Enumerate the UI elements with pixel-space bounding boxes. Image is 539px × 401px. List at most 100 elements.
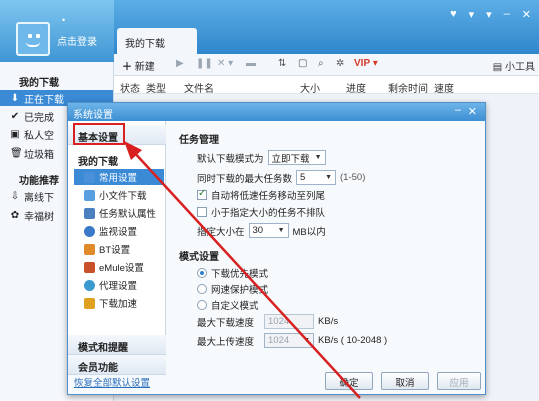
proxy-icon [84, 279, 95, 291]
nav-item-small-file[interactable]: 小文件下载 [74, 187, 164, 203]
settings-nav: 基本设置 我的下载 常用设置 小文件下载 任务默认属性 监视设置 BT设置 eM… [68, 121, 166, 375]
size-value: 30 [252, 225, 264, 236]
gear-icon[interactable]: ✲ [336, 58, 344, 69]
nav-item-monitor[interactable]: 监视设置 [74, 223, 164, 239]
search-icon[interactable]: ⌕ [318, 58, 324, 69]
folder-icon[interactable]: ▬ [246, 58, 256, 69]
sidebar-item-completed[interactable]: ✔ 已完成 [10, 109, 54, 124]
sidebar-item-label: 已完成 [24, 113, 54, 124]
tools-button[interactable]: ▤ 小工具 [493, 58, 535, 73]
size-select[interactable]: 30 ▼ [248, 223, 289, 238]
login-link[interactable]: 点击登录 [57, 33, 97, 48]
section-task-management: 任务管理 [179, 135, 219, 146]
nav-item-proxy[interactable]: 代理设置 [74, 277, 164, 293]
sidebar-item-label: 离线下 [24, 193, 54, 204]
avatar[interactable] [16, 22, 50, 56]
mode-option-custom[interactable]: 自定义模式 [197, 298, 259, 312]
mode-option-download-first[interactable]: 下载优先模式 [197, 266, 268, 280]
nav-item-emule[interactable]: eMule设置 [74, 259, 164, 275]
nav-member[interactable]: 会员功能 [68, 355, 166, 375]
radio-speed-protect[interactable] [197, 284, 207, 294]
sidebar-item-trash[interactable]: 🗑 垃圾箱 [10, 146, 54, 161]
nav-item-label: eMule设置 [99, 263, 144, 274]
nav-item-label: 常用设置 [99, 173, 138, 184]
file-icon [84, 189, 95, 201]
avatar-eye-left [28, 34, 32, 38]
radio-custom[interactable] [197, 300, 207, 310]
nav-mode-reminder[interactable]: 模式和提醒 [68, 335, 166, 355]
check-icon: ✔ [10, 111, 20, 122]
mode-option-speed-protect[interactable]: 网速保护模式 [197, 282, 268, 296]
delete-icon[interactable]: ✕ ▾ [217, 58, 233, 69]
column-filename[interactable]: 文件名 [184, 80, 214, 95]
column-size[interactable]: 大小 [300, 80, 320, 95]
nav-item-label: 小文件下载 [99, 191, 147, 202]
max-upload-select[interactable]: 1024 ▼ [264, 333, 315, 348]
highlight-box [73, 123, 125, 145]
bt-icon [84, 243, 95, 255]
sidebar-item-private[interactable]: ▣ 私人空 [10, 127, 54, 142]
ok-button[interactable]: 确定 [325, 372, 373, 390]
menu-icon[interactable]: ▾ [469, 8, 475, 21]
default-mode-select[interactable]: 立即下载 ▼ [267, 150, 326, 165]
max-download-row: 最大下载速度 1024 KB/s [197, 314, 338, 329]
tab-my-downloads[interactable]: 我的下载 [117, 28, 197, 54]
dropdown-icon[interactable]: ▾ [486, 8, 492, 21]
status-dot: • [62, 15, 66, 25]
column-remaining[interactable]: 剩余时间 [388, 80, 428, 95]
toolbox-icon: ▤ [492, 62, 503, 73]
radio-download-first[interactable] [197, 268, 207, 278]
max-tasks-value: 5 [300, 172, 306, 183]
play-icon[interactable]: ▶ [176, 58, 184, 69]
accelerate-icon [84, 297, 95, 309]
nav-item-accelerate[interactable]: 下载加速 [74, 295, 164, 311]
toolbar: ＋ 新建 ▶ ❚❚ ✕ ▾ ▬ ⇅ ▢ ⌕ ✲ VIP ▾ [114, 54, 539, 76]
info-icon[interactable]: ▢ [298, 58, 307, 69]
mode-option-label: 网速保护模式 [211, 285, 269, 296]
apply-button[interactable]: 应用 [437, 372, 481, 390]
sort-icon[interactable]: ⇅ [278, 58, 286, 69]
new-task-button[interactable]: ＋ 新建 [122, 58, 155, 73]
restore-defaults-link[interactable]: 恢复全部默认设置 [74, 375, 150, 389]
max-upload-unit: KB/s ( 10-2048 ) [318, 335, 388, 346]
column-speed[interactable]: 速度 [434, 80, 454, 95]
auto-move-checkbox[interactable] [197, 188, 207, 200]
chevron-down-icon: ▼ [277, 227, 285, 234]
size-row: 指定大小在 30 ▼ MB以内 [197, 223, 326, 238]
chevron-down-icon: ▼ [314, 154, 322, 161]
nav-my-downloads[interactable]: 我的下载 [68, 149, 166, 169]
column-type[interactable]: 类型 [146, 80, 166, 95]
close-icon[interactable]: ✕ [522, 8, 531, 21]
window-controls: ♥ ▾ ▾ – ✕ [450, 8, 531, 21]
emule-icon [84, 261, 95, 273]
sidebar-item-label: 私人空 [24, 131, 54, 142]
minimize-icon[interactable]: – [455, 104, 461, 116]
nav-item-bt[interactable]: BT设置 [74, 241, 164, 257]
avatar-mouth [26, 42, 40, 47]
max-download-unit: KB/s [318, 316, 339, 327]
sidebar-item-offline[interactable]: ⇩ 离线下 [10, 189, 54, 204]
small-queue-checkbox[interactable] [197, 207, 207, 217]
dialog-titlebar[interactable]: 系统设置 – ✕ [68, 103, 485, 121]
nav-item-common-settings[interactable]: 常用设置 [74, 169, 164, 185]
cancel-button[interactable]: 取消 [381, 372, 429, 390]
minimize-icon[interactable]: – [504, 8, 510, 21]
sidebar-item-happy-tree[interactable]: ✿ 幸福树 [10, 208, 54, 223]
max-tasks-select[interactable]: 5 ▼ [296, 170, 337, 185]
column-status[interactable]: 状态 [120, 80, 140, 95]
nav-item-task-defaults[interactable]: 任务默认属性 [74, 205, 164, 221]
max-download-input[interactable]: 1024 [264, 314, 315, 329]
skin-icon[interactable]: ♥ [450, 8, 457, 21]
close-icon[interactable]: ✕ [468, 105, 477, 118]
pause-icon[interactable]: ❚❚ [196, 58, 213, 69]
avatar-eye-right [36, 34, 40, 38]
max-upload-row: 最大上传速度 1024 ▼ KB/s ( 10-2048 ) [197, 333, 387, 348]
vip-icon[interactable]: VIP ▾ [354, 58, 378, 69]
auto-move-row: 自动将低速任务移动至列尾 [197, 188, 325, 202]
sidebar-item-label: 正在下载 [24, 94, 64, 106]
default-mode-label: 默认下载模式为 [197, 153, 264, 165]
auto-move-label: 自动将低速任务移动至列尾 [211, 191, 326, 202]
trash-icon: 🗑 [10, 148, 23, 159]
tree-icon: ✿ [10, 210, 20, 221]
column-progress[interactable]: 进度 [346, 80, 366, 95]
